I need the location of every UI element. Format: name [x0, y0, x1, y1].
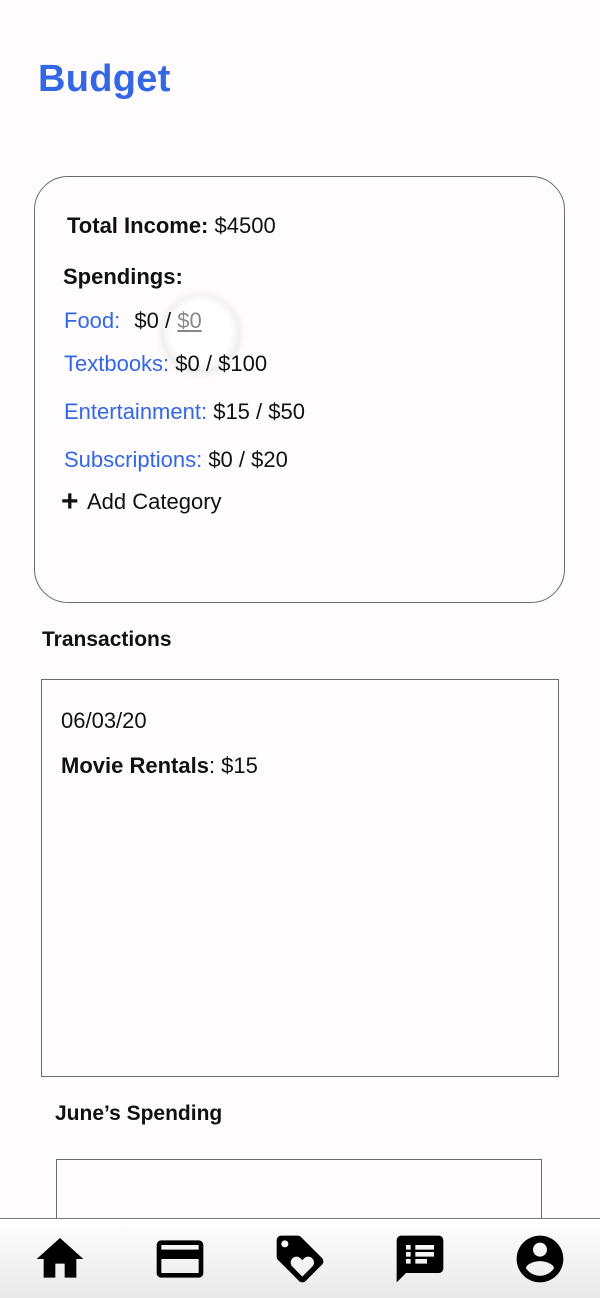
account-icon	[516, 1235, 564, 1282]
tag-heart-icon	[276, 1235, 324, 1282]
category-name[interactable]: Entertainment:	[64, 399, 207, 424]
category-limit[interactable]: $100	[218, 351, 267, 376]
category-spent: $0 /	[208, 447, 246, 472]
plus-icon: +	[61, 485, 79, 518]
nav-deals[interactable]	[270, 1229, 330, 1289]
category-spent: $0 /	[175, 351, 212, 376]
category-row-food[interactable]: Food: $0 / $0	[64, 308, 202, 334]
transaction-name: Movie Rentals	[61, 753, 209, 778]
transaction-date: 06/03/20	[61, 708, 147, 733]
add-category-label: Add Category	[87, 489, 222, 514]
home-icon	[36, 1237, 84, 1278]
category-name[interactable]: Food:	[64, 308, 120, 333]
credit-card-icon	[156, 1239, 204, 1278]
spendings-label: Spendings:	[63, 264, 183, 289]
category-limit[interactable]: $20	[251, 447, 288, 472]
transaction-amount: : $15	[208, 753, 258, 778]
category-spent: $15 /	[213, 399, 263, 424]
total-income-value: $4500	[214, 213, 276, 238]
category-row-textbooks[interactable]: Textbooks: $0 / $100	[64, 351, 267, 377]
page-title: Budget	[38, 58, 171, 100]
category-spent: $0 /	[134, 308, 172, 333]
bottom-nav	[0, 1218, 600, 1298]
transactions-title: Transactions	[42, 628, 172, 651]
total-income: Total Income: $4500	[67, 213, 276, 239]
transaction-item[interactable]: Movie Rentals: $15	[61, 753, 258, 779]
total-income-label: Total Income:	[67, 213, 209, 238]
chat-list-icon	[396, 1235, 444, 1282]
transactions-list: 06/03/20 Movie Rentals: $15	[41, 679, 559, 1077]
category-name[interactable]: Textbooks:	[64, 351, 169, 376]
nav-profile[interactable]	[510, 1229, 570, 1289]
category-row-subscriptions[interactable]: Subscriptions: $0 / $20	[64, 447, 288, 473]
add-category-button[interactable]: + Add Category	[61, 485, 222, 518]
nav-messages[interactable]	[390, 1229, 450, 1289]
category-limit[interactable]: $50	[268, 399, 305, 424]
category-name[interactable]: Subscriptions:	[64, 447, 202, 472]
nav-home[interactable]	[30, 1229, 90, 1289]
category-row-entertainment[interactable]: Entertainment: $15 / $50	[64, 399, 305, 425]
category-limit[interactable]: $0	[177, 308, 201, 333]
budget-card: Total Income: $4500 Spendings: Food: $0 …	[34, 176, 565, 603]
nav-budget[interactable]	[150, 1229, 210, 1289]
monthly-spending-title: June’s Spending	[55, 1102, 223, 1125]
